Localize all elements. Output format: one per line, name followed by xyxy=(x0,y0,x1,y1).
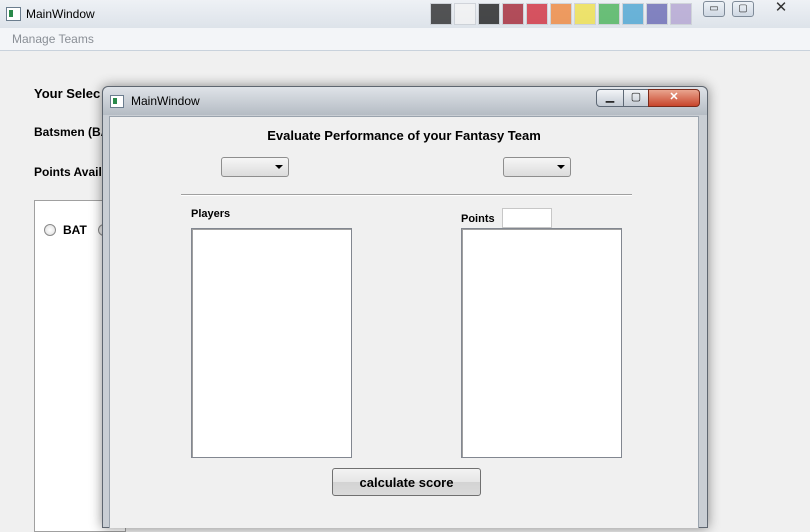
palette-swatch xyxy=(502,3,524,25)
dialog-minimize-button[interactable]: ▁ xyxy=(596,89,624,107)
calculate-score-button[interactable]: calculate score xyxy=(332,468,481,496)
batsmen-label: Batsmen (BA xyxy=(34,125,110,139)
evaluate-heading: Evaluate Performance of your Fantasy Tea… xyxy=(267,128,541,143)
dialog-maximize-button[interactable]: ▢ xyxy=(623,89,649,107)
dialog-title: MainWindow xyxy=(131,94,200,108)
dialog-close-button[interactable]: ✕ xyxy=(648,89,700,107)
points-input[interactable] xyxy=(502,208,552,228)
players-list[interactable] xyxy=(191,228,352,458)
right-team-combo[interactable] xyxy=(503,157,571,177)
palette-swatch xyxy=(526,3,548,25)
dialog-app-icon xyxy=(110,95,124,108)
points-list[interactable] xyxy=(461,228,622,458)
horizontal-divider xyxy=(181,194,632,196)
app-icon xyxy=(6,7,21,21)
chevron-down-icon xyxy=(275,165,283,169)
points-available-label: Points Availa xyxy=(34,165,109,179)
palette-swatch xyxy=(670,3,692,25)
palette-swatch xyxy=(646,3,668,25)
background-color-palette xyxy=(430,0,692,28)
bat-radio-button[interactable] xyxy=(44,224,56,236)
bat-radio-label[interactable]: BAT xyxy=(63,223,87,237)
menu-manage-teams[interactable]: Manage Teams xyxy=(12,32,94,46)
left-team-combo[interactable] xyxy=(221,157,289,177)
your-selection-label: Your Selec xyxy=(34,86,101,101)
palette-swatch xyxy=(550,3,572,25)
players-label: Players xyxy=(191,208,231,220)
dialog-client-area: Evaluate Performance of your Fantasy Tea… xyxy=(109,116,699,528)
main-close-button[interactable]: ✕ xyxy=(770,0,792,17)
points-label: Points xyxy=(461,213,495,225)
palette-swatch xyxy=(598,3,620,25)
palette-swatch xyxy=(622,3,644,25)
palette-swatch xyxy=(430,3,452,25)
palette-swatch xyxy=(454,3,476,25)
main-menubar xyxy=(0,28,810,51)
main-maximize-button[interactable]: ▢ xyxy=(732,1,754,17)
evaluate-dialog: MainWindow ▁ ▢ ✕ Evaluate Performance of… xyxy=(102,86,708,528)
chevron-down-icon xyxy=(557,165,565,169)
palette-swatch xyxy=(478,3,500,25)
palette-swatch xyxy=(574,3,596,25)
main-window-title: MainWindow xyxy=(26,7,95,21)
main-minimize-button[interactable]: ▭ xyxy=(703,1,725,17)
